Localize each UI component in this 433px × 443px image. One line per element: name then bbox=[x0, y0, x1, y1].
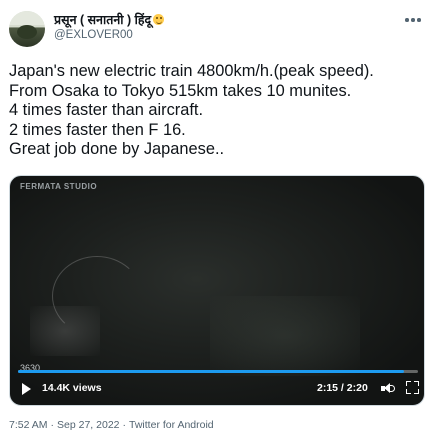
tweet-time[interactable]: 7:52 AM bbox=[9, 419, 48, 431]
tweet-meta: 7:52 AM · Sep 27, 2022 · Twitter for Android bbox=[9, 419, 214, 431]
video-time: 2:15 / 2:20 bbox=[317, 382, 368, 394]
view-count: 14.4K views bbox=[42, 382, 102, 394]
tweet-source[interactable]: Twitter for Android bbox=[129, 419, 214, 431]
tweet-text: Japan's new electric train 4800km/h.(pea… bbox=[9, 62, 424, 160]
video-progress-fill bbox=[18, 370, 404, 373]
fullscreen-icon[interactable] bbox=[406, 381, 419, 394]
video-progress-bar[interactable] bbox=[18, 370, 418, 373]
avatar[interactable] bbox=[9, 11, 45, 47]
video-watermark: FERMATA STUDIO bbox=[20, 182, 98, 191]
smiley-emoji-icon bbox=[153, 14, 165, 25]
more-horizontal-icon[interactable] bbox=[403, 16, 423, 24]
meta-separator: · bbox=[50, 419, 55, 431]
tweet-line: 4 times faster than aircraft. bbox=[9, 101, 204, 120]
play-icon[interactable] bbox=[22, 383, 31, 395]
video-player[interactable]: FERMATA STUDIO 3630 14.4K views 2:15 / 2… bbox=[9, 175, 425, 406]
tweet: प्रसून ( सनातनी ) हिंदू @EXLOVER00 Japan… bbox=[0, 0, 433, 443]
user-handle[interactable]: @EXLOVER00 bbox=[54, 29, 133, 41]
speaker-icon[interactable] bbox=[381, 382, 397, 395]
tweet-line: 2 times faster then F 16. bbox=[9, 120, 186, 139]
tweet-date[interactable]: Sep 27, 2022 bbox=[57, 419, 119, 431]
tweet-line: Japan's new electric train 4800km/h.(pea… bbox=[9, 62, 374, 80]
tweet-line: From Osaka to Tokyo 515km takes 10 munit… bbox=[9, 81, 352, 100]
meta-separator: · bbox=[122, 419, 127, 431]
tweet-line: Great job done by Japanese.. bbox=[9, 140, 225, 159]
display-name[interactable]: प्रसून ( सनातनी ) हिंदू bbox=[54, 11, 165, 28]
